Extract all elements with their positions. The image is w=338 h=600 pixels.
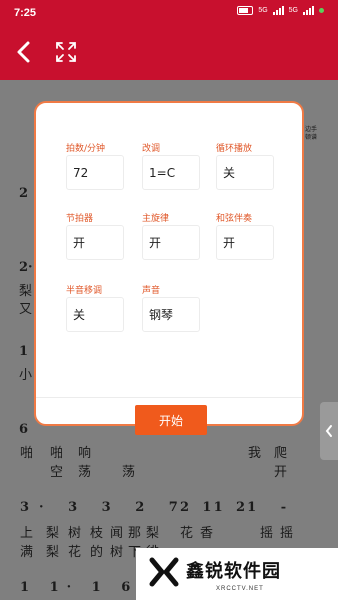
field-label: 循环播放 [216, 144, 253, 154]
chevron-left-icon [325, 425, 332, 437]
metronome-toggle[interactable]: 开 [66, 225, 124, 260]
sheet-lyric: 小 [19, 368, 33, 383]
field-label: 节拍器 [66, 214, 94, 224]
signal-type-label: 5G [258, 7, 268, 14]
sheet-lyric: 上 [20, 526, 34, 541]
notification-dot-icon [319, 8, 324, 13]
sheet-lyric: 花 [68, 545, 82, 560]
sheet-lyric: 荡 [78, 465, 92, 480]
sheet-lyric: 的 [90, 545, 104, 560]
field-sound: 声音 钢琴 [142, 283, 200, 332]
field-chord-accompaniment: 和弦伴奏 开 [216, 211, 274, 260]
field-melody: 主旋律 开 [142, 211, 200, 260]
sheet-note: 2· [19, 260, 33, 275]
sheet-lyric: 闻 [110, 526, 124, 541]
chord-accompaniment-toggle[interactable]: 开 [216, 225, 274, 260]
status-bar: 7:25 5G 5G [0, 0, 338, 26]
field-label: 拍数/分钟 [66, 144, 106, 154]
sheet-note: 6 [19, 422, 29, 437]
sheet-lyric: 开 [274, 465, 288, 480]
field-loop: 循环播放 关 [216, 141, 274, 190]
sheet-corner-text: 顿谱 [305, 134, 318, 141]
field-semitone-transpose: 半音移调 关 [66, 283, 124, 332]
sheet-lyric: 啪 [20, 446, 34, 461]
fullscreen-button[interactable] [54, 40, 78, 64]
start-button[interactable]: 开始 [135, 405, 207, 435]
sheet-notes: 2 1 1 - [180, 500, 297, 515]
sheet-note: 2 [19, 186, 29, 201]
field-label: 半音移调 [66, 286, 103, 296]
field-metronome: 节拍器 开 [66, 211, 124, 260]
system-icons: 5G 5G [237, 6, 324, 15]
watermark: 鑫锐软件园 XRCCTV.NET [136, 548, 338, 600]
sheet-lyric: 又 [19, 302, 33, 317]
melody-toggle[interactable]: 开 [142, 225, 200, 260]
sheet-note: 1 [19, 344, 29, 359]
sheet-lyric: 啪 [50, 446, 64, 461]
app-bar [0, 26, 338, 80]
side-panel-tab[interactable] [320, 402, 338, 460]
semitone-transpose-toggle[interactable]: 关 [66, 297, 124, 332]
field-tempo: 拍数/分钟 72 [66, 141, 124, 190]
signal-bars-icon-2 [303, 6, 314, 15]
sheet-lyric: 梨 [46, 526, 60, 541]
sheet-lyric: 满 [20, 545, 34, 560]
signal-type-label-2: 5G [288, 7, 298, 14]
fullscreen-icon [56, 42, 76, 62]
field-label: 和弦伴奏 [216, 214, 253, 224]
sheet-lyric: 荡 [122, 465, 136, 480]
sheet-lyric: 梨 [46, 545, 60, 560]
sheet-lyric: 摇 [260, 526, 274, 541]
sheet-lyric: 花 [180, 526, 194, 541]
field-label: 改调 [142, 144, 161, 154]
sheet-lyric: 空 [50, 465, 64, 480]
watermark-name: 鑫锐软件园 [186, 561, 281, 582]
dialog-divider [36, 397, 302, 398]
field-label: 声音 [142, 286, 161, 296]
sheet-lyric: 爬 [274, 446, 288, 461]
sheet-lyric: 那 [128, 526, 142, 541]
sound-select[interactable]: 钢琴 [142, 297, 200, 332]
sheet-lyric: 梨 [146, 526, 160, 541]
watermark-url: XRCCTV.NET [216, 586, 264, 592]
battery-saver-icon [237, 6, 254, 15]
playback-settings-dialog: 拍数/分钟 72 改调 1=C 循环播放 关 节拍器 开 主旋律 开 和弦伴奏 … [34, 101, 304, 435]
back-button[interactable] [10, 38, 38, 66]
sheet-lyric: 摇 [280, 526, 294, 541]
watermark-logo-icon [149, 557, 179, 587]
sheet-lyric: 响 [78, 446, 92, 461]
chevron-left-icon [17, 41, 30, 63]
tempo-input[interactable]: 72 [66, 155, 124, 190]
sheet-lyric: 我 [248, 446, 262, 461]
field-label: 主旋律 [142, 214, 170, 224]
signal-bars-icon [272, 6, 284, 15]
status-time: 7:25 [14, 7, 37, 19]
sheet-lyric: 枝 [90, 526, 104, 541]
sheet-lyric: 树 [68, 526, 82, 541]
sheet-lyric: 梨 [19, 284, 33, 299]
key-select[interactable]: 1=C [142, 155, 200, 190]
sheet-lyric: 树 [110, 545, 124, 560]
loop-toggle[interactable]: 关 [216, 155, 274, 190]
field-key: 改调 1=C [142, 141, 200, 190]
sheet-lyric: 香 [200, 526, 214, 541]
